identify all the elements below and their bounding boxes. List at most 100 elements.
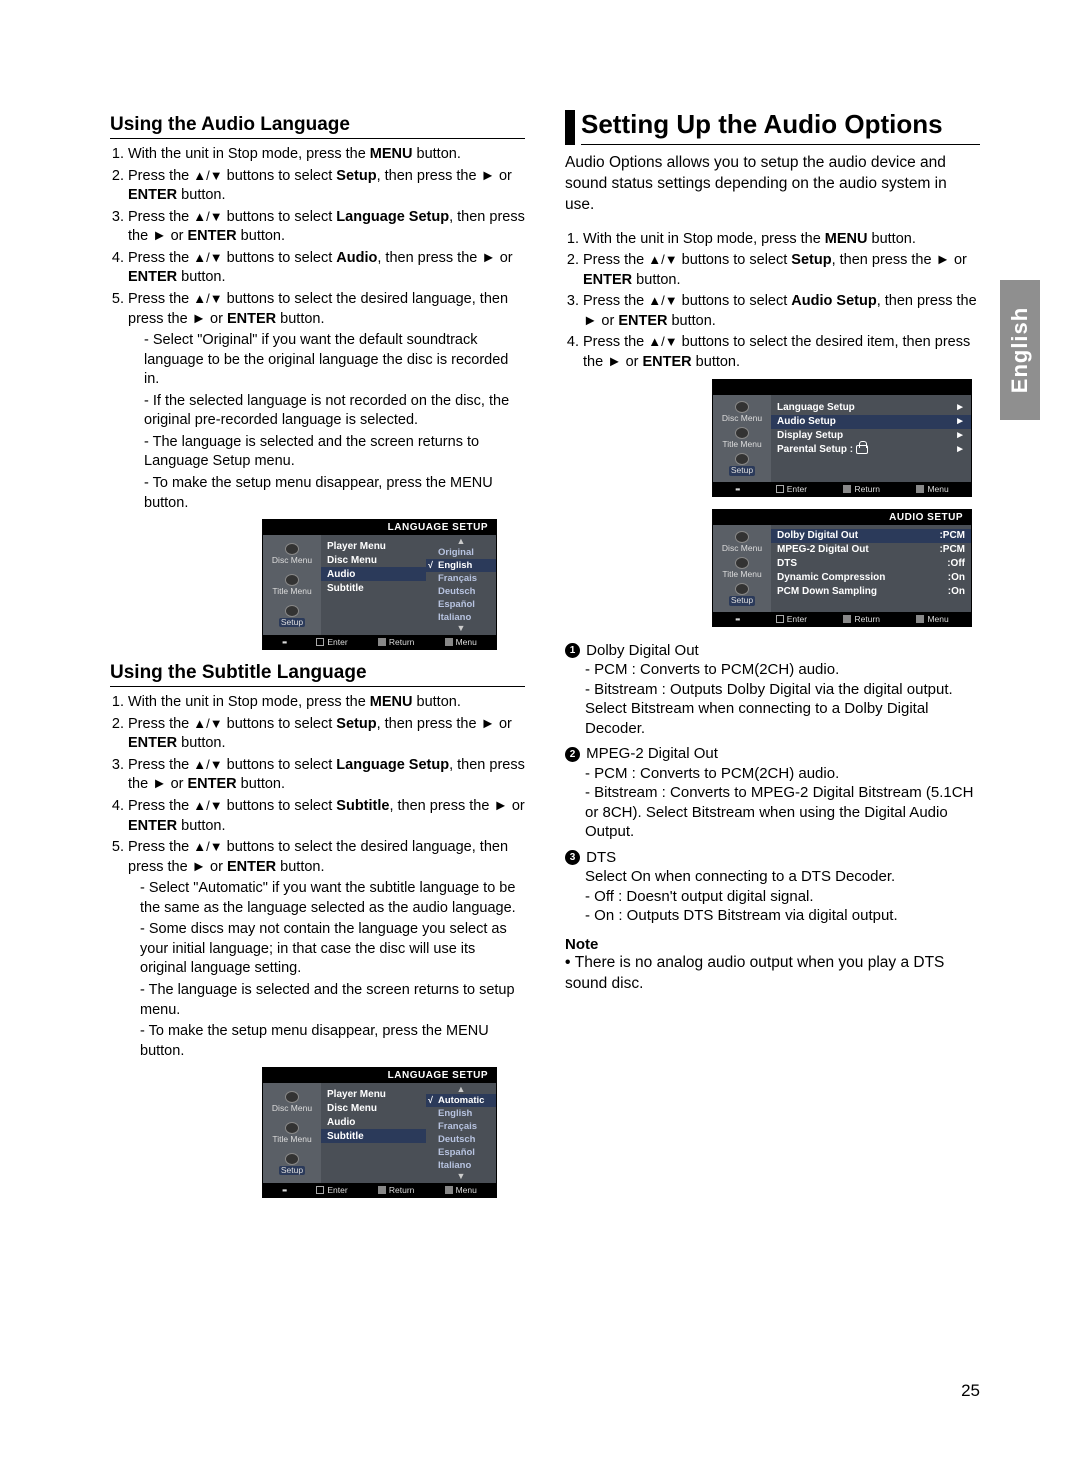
audio-options-intro: Audio Options allows you to setup the au… [565, 153, 980, 216]
subtitle-language-heading: Using the Subtitle Language [110, 662, 525, 687]
osd-titlebar: LANGUAGE SETUP [263, 520, 496, 535]
osd-menu-row: Parental Setup : ► [771, 443, 971, 457]
osd-menu-row: Audio [321, 1115, 426, 1129]
osd-side-icon [735, 557, 749, 569]
osd-audio-setup-wrap: AUDIO SETUPDisc MenuTitle MenuSetupDolby… [565, 509, 972, 627]
note-item: If the selected language is not recorded… [144, 392, 525, 431]
osd-side-item: Disc Menu [722, 529, 762, 555]
osd-foot-dots: ▪▪ [735, 614, 739, 624]
note-item: Some discs may not contain the language … [140, 920, 525, 979]
osd-menu-list: Language Setup►Audio Setup►Display Setup… [771, 395, 971, 482]
osd-side-icon [735, 531, 749, 543]
right-arrow-icon: ► [607, 354, 621, 370]
osd-menu-row: Disc Menu [321, 1101, 426, 1115]
osd-audio-setup: AUDIO SETUPDisc MenuTitle MenuSetupDolby… [712, 509, 972, 627]
osd-option: Français [426, 572, 496, 585]
osd-foot-icon [378, 638, 386, 646]
option-item: 1 Dolby Digital OutPCM : Converts to PCM… [565, 641, 980, 739]
right-arrow-icon: ► [192, 311, 206, 327]
osd-menu-row: PCM Down Sampling:On [771, 585, 971, 599]
osd-value: :On [942, 586, 965, 597]
osd-foot-dots: ▪▪ [282, 1185, 286, 1195]
right-arrow-icon: ► [955, 444, 965, 455]
right-arrow-icon: ► [955, 416, 965, 427]
note-body: There is no analog audio output when you… [565, 953, 980, 995]
step-item: Press the ▲/▼ buttons to select the desi… [583, 333, 980, 372]
audio-language-heading: Using the Audio Language [110, 114, 525, 139]
osd-foot-item: Return [843, 614, 880, 624]
language-side-tab: English [1000, 280, 1040, 420]
osd-option: Original [426, 546, 496, 559]
osd-menu-row: DTS:Off [771, 557, 971, 571]
osd-titlebar: LANGUAGE SETUP [263, 1068, 496, 1083]
osd-setup-main: Disc MenuTitle MenuSetupLanguage Setup►A… [712, 379, 972, 497]
osd-foot-item: Menu [916, 614, 948, 624]
osd-menu-row: Audio Setup► [771, 415, 971, 429]
audio-language-steps: With the unit in Stop mode, press the ME… [110, 145, 525, 329]
osd-foot-icon [445, 1186, 453, 1194]
osd-option: English [426, 559, 496, 572]
audio-options-heading: Setting Up the Audio Options [581, 110, 980, 145]
step-item: With the unit in Stop mode, press the ME… [583, 230, 980, 250]
step-item: Press the ▲/▼ buttons to select the desi… [128, 290, 525, 329]
osd-menu-row: Audio [321, 567, 426, 581]
left-column: Using the Audio Language With the unit i… [110, 110, 525, 1210]
step-item: Press the ▲/▼ buttons to select Setup, t… [583, 251, 980, 290]
osd-footer: ▪▪EnterReturnMenu [263, 635, 496, 649]
updown-arrows-icon: ▲/▼ [193, 291, 222, 306]
osd-foot-icon [445, 638, 453, 646]
osd-language-audio-wrap: LANGUAGE SETUPDisc MenuTitle MenuSetupPl… [110, 519, 517, 650]
osd-menu-list: Player MenuDisc MenuAudioSubtitle [321, 1083, 426, 1183]
osd-menu-list: Dolby Digital Out:PCMMPEG-2 Digital Out:… [771, 525, 971, 612]
osd-menu-row: Player Menu [321, 1087, 426, 1101]
osd-foot-icon [776, 485, 784, 493]
osd-foot-dots: ▪▪ [735, 484, 739, 494]
osd-foot-icon [378, 1186, 386, 1194]
osd-foot-icon [843, 615, 851, 623]
updown-arrows-icon: ▲/▼ [193, 209, 222, 224]
osd-setup-main-wrap: Disc MenuTitle MenuSetupLanguage Setup►A… [565, 379, 972, 497]
osd-foot-icon [776, 615, 784, 623]
option-item: 3 DTSSelect On when connecting to a DTS … [565, 848, 980, 926]
osd-side-icon [285, 1122, 299, 1134]
osd-side-item: Setup [279, 1151, 305, 1177]
audio-options-heading-wrap: Setting Up the Audio Options [565, 110, 980, 145]
osd-foot-icon [916, 615, 924, 623]
note-item: The language is selected and the screen … [144, 433, 525, 472]
osd-option: English [426, 1107, 496, 1120]
updown-arrows-icon: ▲/▼ [193, 168, 222, 183]
right-arrow-icon: ► [583, 313, 597, 329]
right-arrow-icon: ► [152, 228, 166, 244]
number-circle-icon: 2 [565, 747, 580, 762]
osd-foot-item: Return [843, 484, 880, 494]
subtitle-language-steps: With the unit in Stop mode, press the ME… [110, 693, 525, 877]
down-triangle-icon: ▼ [426, 624, 496, 633]
osd-side-icon [735, 427, 749, 439]
content-columns: Using the Audio Language With the unit i… [110, 110, 980, 1210]
right-arrow-icon: ► [481, 250, 495, 266]
language-side-tab-text: English [1007, 307, 1033, 393]
option-line: PCM : Converts to PCM(2CH) audio. [585, 660, 980, 680]
osd-side-item: Title Menu [722, 555, 761, 581]
osd-foot-item: Menu [445, 637, 477, 647]
osd-foot-icon [316, 638, 324, 646]
osd-foot-item: Menu [445, 1185, 477, 1195]
note-item: Select "Automatic" if you want the subti… [140, 879, 525, 918]
osd-menu-list: Player MenuDisc MenuAudioSubtitle [321, 535, 426, 635]
osd-sidebar: Disc MenuTitle MenuSetup [263, 535, 321, 635]
number-circle-icon: 3 [565, 850, 580, 865]
up-triangle-icon: ▲ [426, 537, 496, 546]
step-item: Press the ▲/▼ buttons to select the desi… [128, 838, 525, 877]
osd-side-item: Title Menu [722, 425, 761, 451]
osd-side-item: Title Menu [272, 572, 311, 598]
osd-foot-item: Enter [316, 1185, 347, 1195]
audio-language-notes: Select "Original" if you want the defaul… [110, 331, 525, 513]
osd-sidebar: Disc MenuTitle MenuSetup [713, 525, 771, 612]
right-arrow-icon: ► [481, 716, 495, 732]
updown-arrows-icon: ▲/▼ [193, 716, 222, 731]
step-item: Press the ▲/▼ buttons to select Audio Se… [583, 292, 980, 331]
osd-foot-icon [843, 485, 851, 493]
option-line: Bitstream : Outputs Dolby Digital via th… [585, 680, 980, 739]
step-item: With the unit in Stop mode, press the ME… [128, 145, 525, 165]
osd-menu-row: Player Menu [321, 539, 426, 553]
